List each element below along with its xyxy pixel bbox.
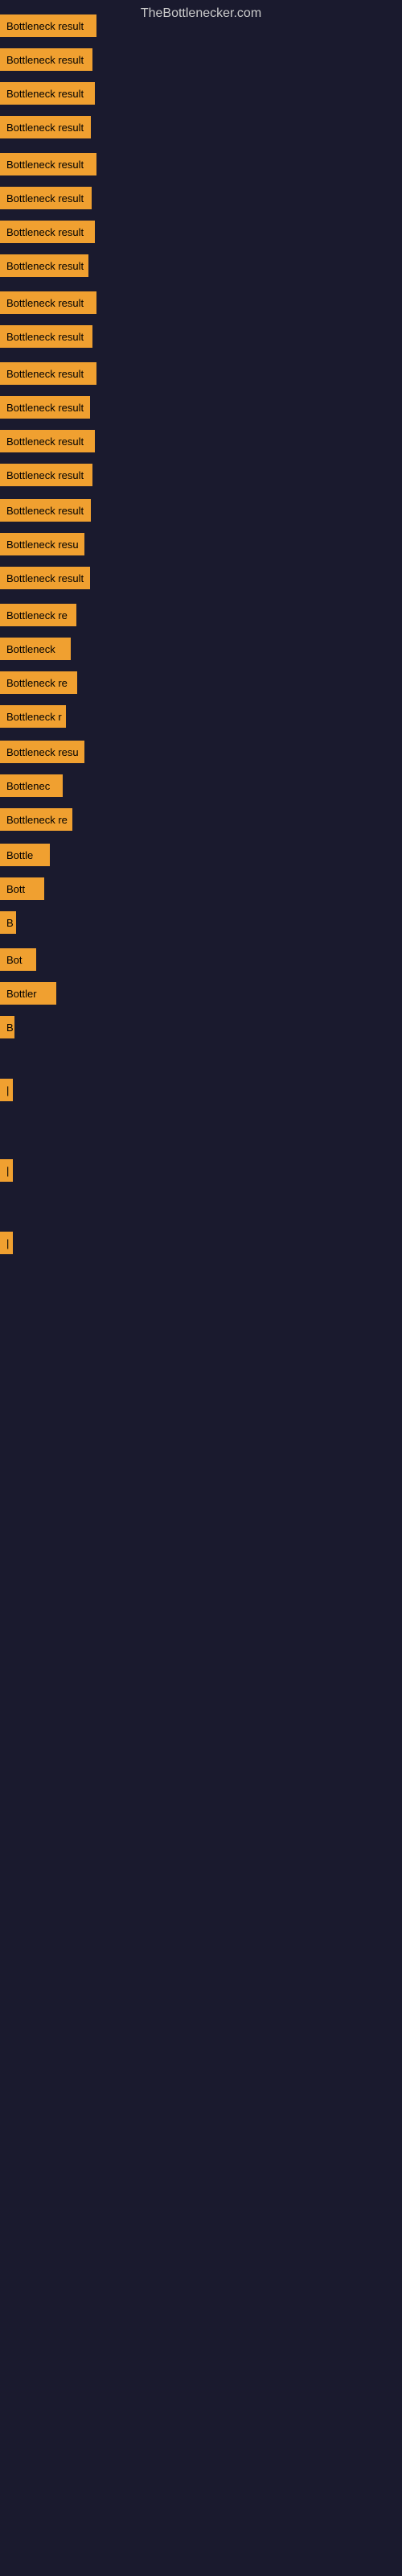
- bottleneck-bar: Bottler: [0, 982, 56, 1005]
- bottleneck-bar: Bottleneck result: [0, 430, 95, 452]
- bottleneck-bar: Bottleneck: [0, 638, 71, 660]
- bottleneck-bar: Bottlenec: [0, 774, 63, 797]
- bottleneck-bar: Bottleneck re: [0, 604, 76, 626]
- bottleneck-bar: Bottleneck result: [0, 291, 96, 314]
- bottleneck-bar: Bottleneck re: [0, 671, 77, 694]
- bottleneck-bar: Bottleneck result: [0, 187, 92, 209]
- bottleneck-bar: Bottleneck result: [0, 48, 92, 71]
- bottleneck-bar: Bottleneck result: [0, 82, 95, 105]
- bottleneck-bar: |: [0, 1079, 13, 1101]
- bottleneck-bar: Bottleneck result: [0, 362, 96, 385]
- bottleneck-bar: Bottleneck result: [0, 567, 90, 589]
- bottleneck-bar: Bottleneck r: [0, 705, 66, 728]
- bottleneck-bar: Bott: [0, 877, 44, 900]
- bottleneck-bar: Bottleneck resu: [0, 533, 84, 555]
- bottleneck-bar: |: [0, 1232, 13, 1254]
- bottleneck-bar: Bottleneck result: [0, 153, 96, 175]
- bottleneck-bar: Bottleneck result: [0, 221, 95, 243]
- bottleneck-bar: |: [0, 1159, 13, 1182]
- bottleneck-bar: Bottleneck re: [0, 808, 72, 831]
- bottleneck-bar: Bot: [0, 948, 36, 971]
- bottleneck-bar: Bottleneck result: [0, 325, 92, 348]
- bottleneck-bar: Bottleneck result: [0, 254, 88, 277]
- bottleneck-bar: B: [0, 911, 16, 934]
- bottleneck-bar: B: [0, 1016, 14, 1038]
- bottleneck-bar: Bottleneck result: [0, 464, 92, 486]
- bottleneck-bar: Bottleneck result: [0, 396, 90, 419]
- bottleneck-bar: Bottleneck result: [0, 116, 91, 138]
- bottleneck-bar: Bottleneck result: [0, 14, 96, 37]
- bottleneck-bar: Bottleneck result: [0, 499, 91, 522]
- bottleneck-bar: Bottle: [0, 844, 50, 866]
- bottleneck-bar: Bottleneck resu: [0, 741, 84, 763]
